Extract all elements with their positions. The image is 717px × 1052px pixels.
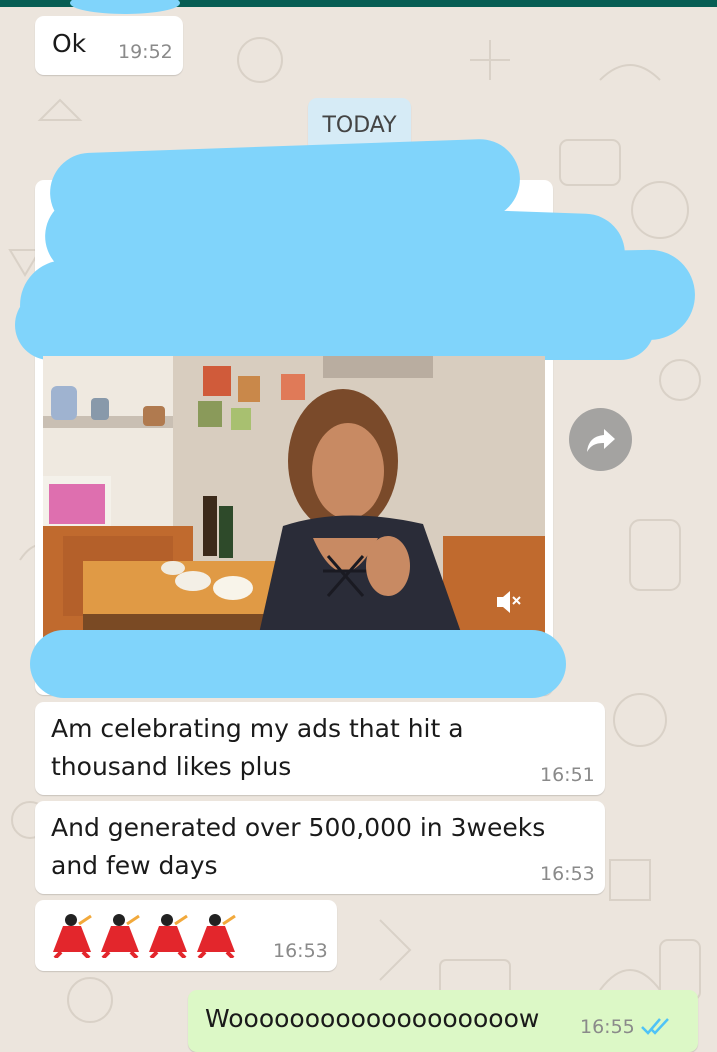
message-time: 19:52	[118, 41, 173, 63]
video-thumbnail[interactable]	[43, 356, 545, 638]
dancer-emoji	[101, 914, 140, 958]
message-bubble-incoming[interactable]: Ok 19:52	[35, 16, 183, 75]
dancer-emoji	[53, 914, 92, 958]
redacted-video-footer	[30, 630, 566, 698]
message-text-line-2: and few days	[51, 851, 218, 880]
read-receipt-icon	[641, 1018, 669, 1035]
forward-button[interactable]	[569, 408, 632, 471]
message-time: 16:51	[540, 764, 595, 786]
redacted-caption-4	[15, 290, 655, 360]
message-text: Ok	[52, 29, 87, 58]
dancer-emoji	[197, 914, 236, 958]
message-bubble-outgoing[interactable]: Wooooooooooooooooooow 16:55	[188, 990, 698, 1052]
dancer-emoji-row	[53, 914, 236, 958]
message-bubble-incoming[interactable]: Am celebrating my ads that hit a thousan…	[35, 702, 605, 795]
dancer-emoji	[149, 914, 188, 958]
message-text-line-1: And generated over 500,000 in 3weeks	[51, 813, 546, 842]
forward-arrow-icon	[586, 428, 615, 452]
message-text-line-1: Am celebrating my ads that hit a	[51, 714, 464, 743]
message-text-line-2: thousand likes plus	[51, 752, 292, 781]
message-time: 16:53	[540, 863, 595, 885]
message-time: 16:55	[580, 1016, 635, 1038]
video-frame	[43, 356, 545, 638]
message-bubble-incoming[interactable]: 16:53	[35, 900, 337, 971]
message-time: 16:53	[273, 940, 328, 962]
message-text: Wooooooooooooooooooow	[205, 1004, 540, 1033]
message-bubble-incoming[interactable]: And generated over 500,000 in 3weeks and…	[35, 801, 605, 894]
